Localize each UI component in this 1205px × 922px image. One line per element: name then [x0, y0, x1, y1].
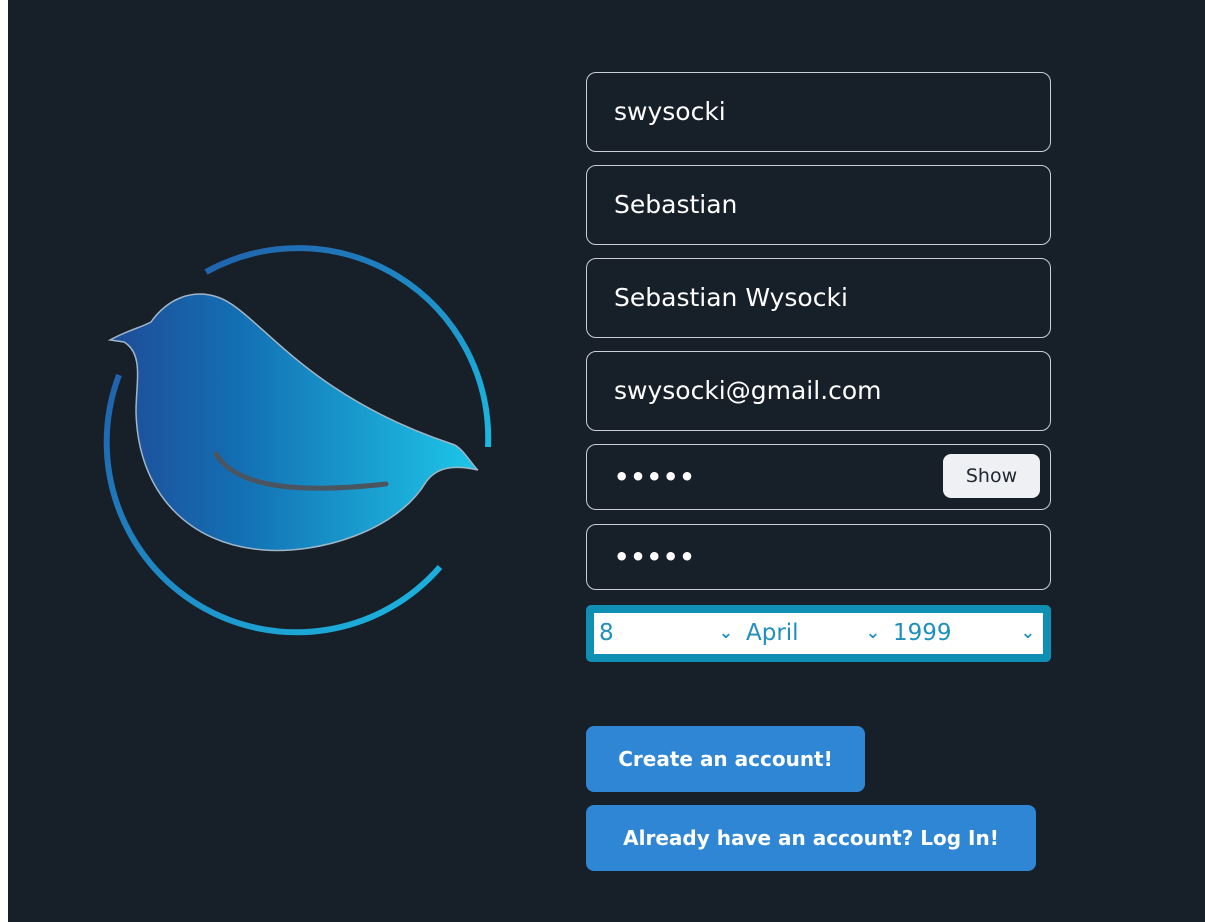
- birth-day-value: 8: [599, 620, 614, 646]
- birth-year-select[interactable]: 1999 ⌄: [888, 613, 1043, 654]
- confirm-password-field[interactable]: •••••: [586, 524, 1051, 590]
- full-name-value: Sebastian Wysocki: [614, 283, 848, 312]
- email-value: swysocki@gmail.com: [614, 376, 882, 405]
- create-account-button[interactable]: Create an account!: [586, 726, 865, 792]
- birth-year-value: 1999: [893, 620, 952, 646]
- email-field[interactable]: swysocki@gmail.com: [586, 351, 1051, 431]
- bird-logo-icon: [96, 232, 506, 642]
- show-password-button[interactable]: Show: [943, 454, 1040, 498]
- username-value: swysocki: [614, 97, 726, 126]
- login-link-button[interactable]: Already have an account? Log In!: [586, 805, 1036, 871]
- signup-form: swysocki Sebastian Sebastian Wysocki swy…: [586, 72, 1051, 662]
- full-name-field[interactable]: Sebastian Wysocki: [586, 258, 1051, 338]
- chevron-down-icon: ⌄: [865, 623, 880, 643]
- password-field[interactable]: ••••• Show: [586, 444, 1051, 510]
- birthdate-picker: 8 ⌄ April ⌄ 1999 ⌄: [586, 605, 1051, 662]
- birth-day-select[interactable]: 8 ⌄: [594, 613, 741, 654]
- birth-month-value: April: [746, 620, 799, 646]
- birth-month-select[interactable]: April ⌄: [741, 613, 888, 654]
- signup-page: swysocki Sebastian Sebastian Wysocki swy…: [8, 0, 1205, 922]
- password-mask: •••••: [614, 463, 696, 491]
- first-name-value: Sebastian: [614, 190, 738, 219]
- first-name-field[interactable]: Sebastian: [586, 165, 1051, 245]
- chevron-down-icon: ⌄: [1020, 623, 1035, 643]
- confirm-password-mask: •••••: [614, 543, 696, 571]
- username-field[interactable]: swysocki: [586, 72, 1051, 152]
- chevron-down-icon: ⌄: [718, 623, 733, 643]
